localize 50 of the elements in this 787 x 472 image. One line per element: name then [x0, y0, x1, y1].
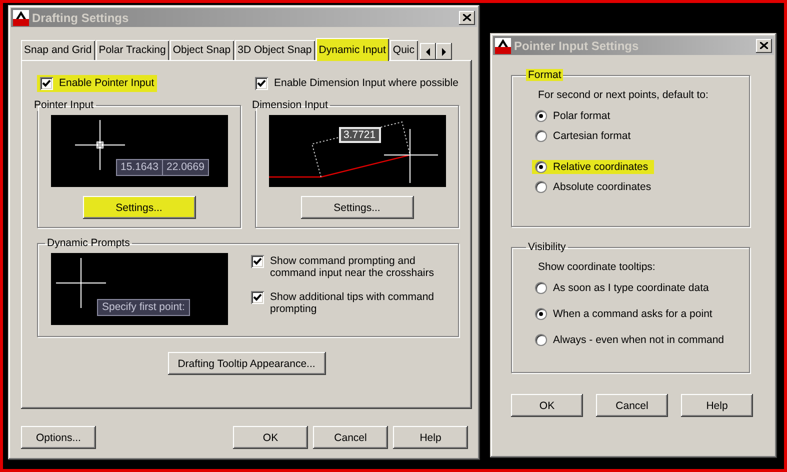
- cancel-button[interactable]: Cancel: [596, 394, 668, 417]
- cancel-button[interactable]: Cancel: [313, 426, 388, 449]
- tab[interactable]: Object Snap: [170, 40, 234, 60]
- coordinate-tooltip: 15.1643: [116, 159, 164, 176]
- tab[interactable]: Polar Tracking: [96, 40, 169, 60]
- appearance-button[interactable]: Drafting Tooltip Appearance...: [168, 352, 326, 375]
- app-icon: [13, 10, 29, 26]
- scroll-right-button[interactable]: [436, 43, 452, 60]
- close-button[interactable]: [459, 10, 475, 24]
- radio-button[interactable]: Relative coordinates: [532, 160, 654, 174]
- radio-button[interactable]: As soon as I type coordinate data: [532, 281, 727, 295]
- checkbox[interactable]: Show command prompting and command input near the crosshairs: [248, 253, 448, 281]
- coordinate-tooltip: 22.0669: [162, 159, 210, 176]
- close-icon: [760, 42, 768, 49]
- tab[interactable]: Quic: [390, 40, 418, 60]
- group-title: Dynamic Prompts: [46, 237, 131, 249]
- left-arrow-icon: [426, 48, 430, 56]
- settings-button[interactable]: Settings...: [300, 196, 414, 219]
- radio-button[interactable]: Cartesian format: [532, 129, 634, 143]
- ok-button[interactable]: OK: [511, 394, 583, 417]
- coordinate-tooltip: 3.7721: [338, 127, 381, 143]
- group-title: Dimension Input: [251, 99, 329, 111]
- help-button[interactable]: Help: [681, 394, 753, 417]
- group-prompt: For second or next points, default to:: [538, 89, 708, 101]
- coordinate-tooltip: Specify first point:: [97, 299, 190, 316]
- radio-button[interactable]: Polar format: [532, 109, 634, 123]
- group-title: Pointer Input: [33, 99, 95, 111]
- tab[interactable]: 3D Object Snap: [234, 40, 315, 60]
- settings-button[interactable]: Settings...: [82, 196, 196, 219]
- close-button[interactable]: [756, 38, 772, 52]
- ok-button[interactable]: OK: [233, 426, 308, 449]
- app-icon: [495, 38, 511, 54]
- group-title: Format: [526, 69, 564, 81]
- group-title: Visibility: [527, 241, 567, 253]
- right-arrow-icon: [442, 48, 446, 56]
- close-icon: [463, 14, 471, 21]
- options-button[interactable]: Options...: [21, 426, 96, 449]
- checkbox[interactable]: Enable Dimension Input where possible: [252, 75, 462, 92]
- group-prompt: Show coordinate tooltips:: [538, 261, 656, 273]
- scroll-left-button[interactable]: [420, 43, 436, 60]
- tab[interactable]: Dynamic Input: [316, 38, 389, 61]
- radio-button[interactable]: Always - even when not in command: [532, 333, 727, 347]
- window-title: Pointer Input Settings: [514, 38, 640, 52]
- radio-button[interactable]: Absolute coordinates: [532, 180, 654, 194]
- checkbox[interactable]: Enable Pointer Input: [37, 75, 158, 92]
- help-button[interactable]: Help: [393, 426, 468, 449]
- checkbox[interactable]: Show additional tips with command prompting: [248, 289, 448, 317]
- tab[interactable]: Snap and Grid: [21, 40, 95, 60]
- radio-button[interactable]: When a command asks for a point: [532, 307, 727, 321]
- window-title: Drafting Settings: [32, 10, 130, 24]
